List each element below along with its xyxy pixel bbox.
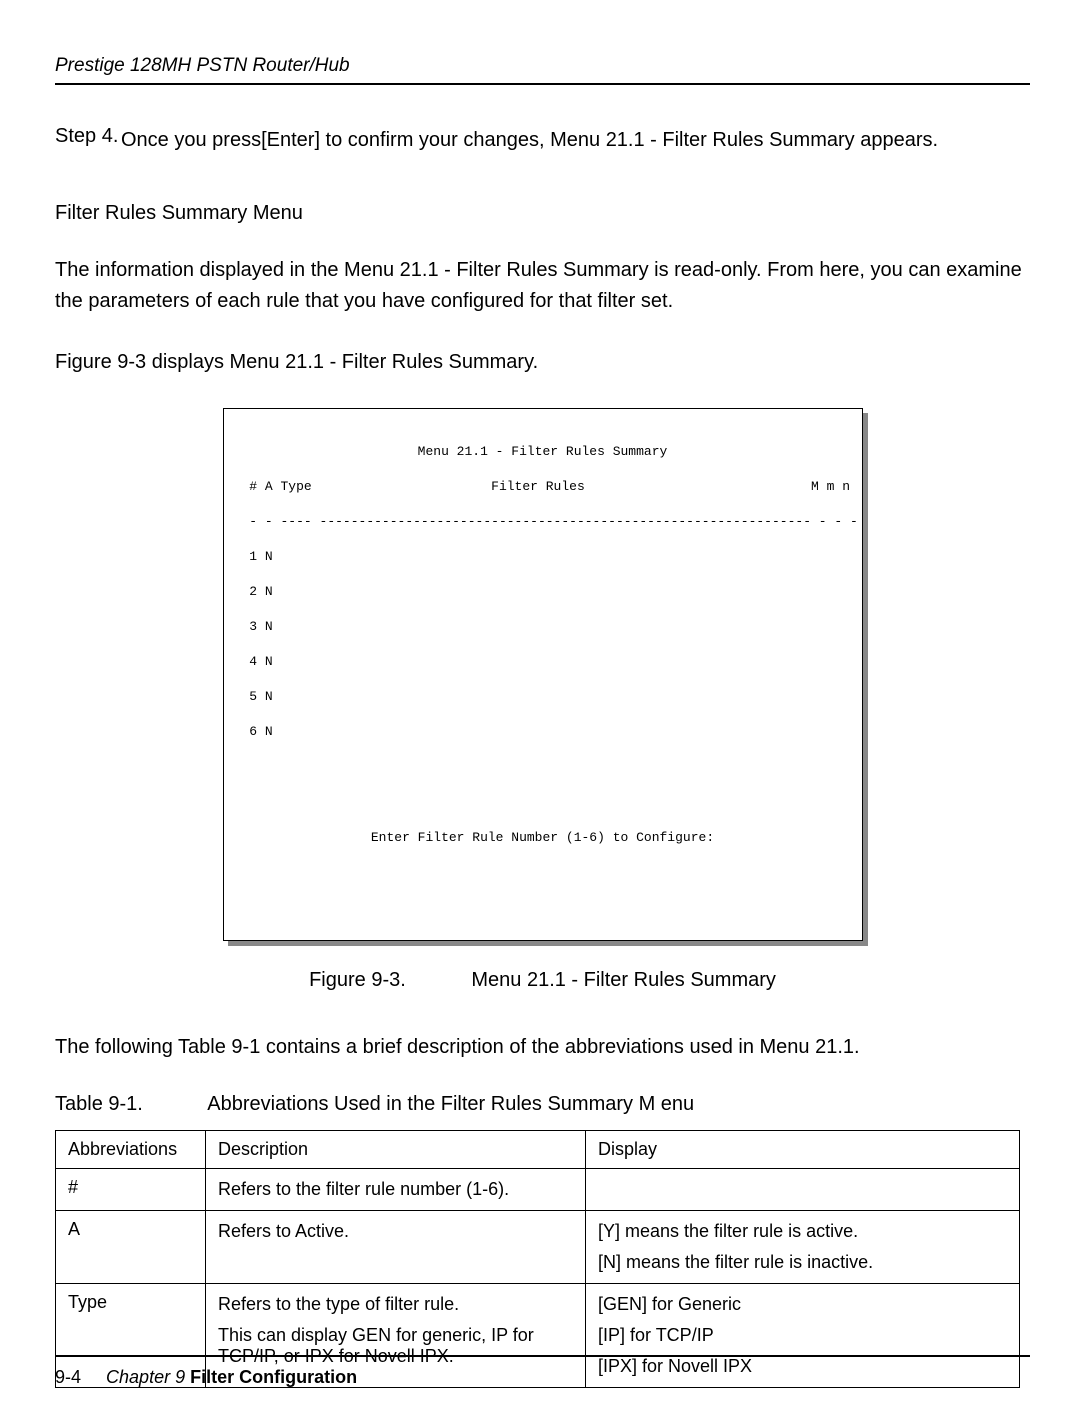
table-row: # Refers to the filter rule number (1-6)… bbox=[56, 1169, 1020, 1211]
screen-row: 5 N bbox=[242, 688, 844, 706]
desc-line: Refers to the filter rule number (1-6). bbox=[218, 1179, 573, 1200]
screen-row: 1 N bbox=[242, 548, 844, 566]
screen-blank bbox=[242, 864, 844, 882]
figure-label: Figure 9-3. bbox=[309, 969, 406, 992]
screen-row: 4 N bbox=[242, 653, 844, 671]
footer-title: Filter Configuration bbox=[190, 1367, 357, 1387]
desc-cell: Refers to Active. bbox=[206, 1211, 586, 1284]
table-header-cell: Abbreviations bbox=[56, 1131, 206, 1169]
screen-box: Menu 21.1 - Filter Rules Summary # A Typ… bbox=[223, 408, 863, 941]
table-caption: Table 9-1. Abbreviations Used in the Fil… bbox=[55, 1093, 1030, 1116]
chapter-label: Chapter 9 bbox=[106, 1367, 190, 1387]
page-footer: 9-4 Chapter 9 Filter Configuration bbox=[55, 1355, 1030, 1388]
screen-row: 6 N bbox=[242, 723, 844, 741]
disp-line: [IP] for TCP/IP bbox=[598, 1325, 1007, 1346]
paragraph-3: The following Table 9-1 contains a brief… bbox=[55, 1032, 1030, 1063]
step-line: Step 4. Once you press[Enter] to confirm… bbox=[55, 125, 1030, 156]
figure-caption: Figure 9-3. Menu 21.1 - Filter Rules Sum… bbox=[55, 969, 1030, 992]
disp-cell bbox=[586, 1169, 1020, 1211]
table-header-cell: Description bbox=[206, 1131, 586, 1169]
table-row: A Refers to Active. [Y] means the filter… bbox=[56, 1211, 1020, 1284]
disp-line: [Y] means the filter rule is active. bbox=[598, 1221, 1007, 1242]
table-header-row: Abbreviations Description Display bbox=[56, 1131, 1020, 1169]
disp-line: [N] means the filter rule is inactive. bbox=[598, 1252, 1007, 1273]
step-body: Once you press[Enter] to confirm your ch… bbox=[121, 125, 938, 156]
screen-title: Menu 21.1 - Filter Rules Summary bbox=[242, 443, 844, 461]
screen-divider: - - ---- -------------------------------… bbox=[242, 513, 844, 531]
step-text-a: Once you press bbox=[121, 129, 261, 151]
running-head: Prestige 128MH PSTN Router/Hub bbox=[55, 55, 1030, 85]
desc-line: Refers to Active. bbox=[218, 1221, 573, 1242]
abbreviations-table: Abbreviations Description Display # Refe… bbox=[55, 1130, 1020, 1388]
paragraph-2: Figure 9-3 displays Menu 21.1 - Filter R… bbox=[55, 347, 1030, 378]
page: Prestige 128MH PSTN Router/Hub Step 4. O… bbox=[0, 0, 1080, 1428]
screen-prompt: Enter Filter Rule Number (1-6) to Config… bbox=[242, 829, 844, 847]
table-header-cell: Display bbox=[586, 1131, 1020, 1169]
step-text-b: [Enter] to confirm your changes, Menu 21… bbox=[261, 129, 938, 151]
table-label: Table 9-1. bbox=[55, 1093, 143, 1116]
screen-row: 2 N bbox=[242, 583, 844, 601]
abbr-cell: A bbox=[56, 1211, 206, 1284]
terminal-screen: Menu 21.1 - Filter Rules Summary # A Typ… bbox=[223, 408, 863, 941]
table-title: Abbreviations Used in the Filter Rules S… bbox=[207, 1093, 694, 1115]
section-subhead: Filter Rules Summary Menu bbox=[55, 202, 1030, 225]
desc-cell: Refers to the filter rule number (1-6). bbox=[206, 1169, 586, 1211]
page-number: 9-4 bbox=[55, 1367, 81, 1387]
step-label: Step 4. bbox=[55, 125, 121, 148]
figure-title: Menu 21.1 - Filter Rules Summary bbox=[471, 969, 776, 991]
disp-cell: [Y] means the filter rule is active. [N]… bbox=[586, 1211, 1020, 1284]
screen-blank bbox=[242, 793, 844, 811]
abbr-cell: # bbox=[56, 1169, 206, 1211]
screen-header: # A Type Filter Rules M m n bbox=[242, 478, 844, 496]
paragraph-1: The information displayed in the Menu 21… bbox=[55, 255, 1030, 317]
disp-line: [GEN] for Generic bbox=[598, 1294, 1007, 1315]
screen-blank bbox=[242, 758, 844, 776]
screen-row: 3 N bbox=[242, 618, 844, 636]
desc-line: Refers to the type of filter rule. bbox=[218, 1294, 573, 1315]
